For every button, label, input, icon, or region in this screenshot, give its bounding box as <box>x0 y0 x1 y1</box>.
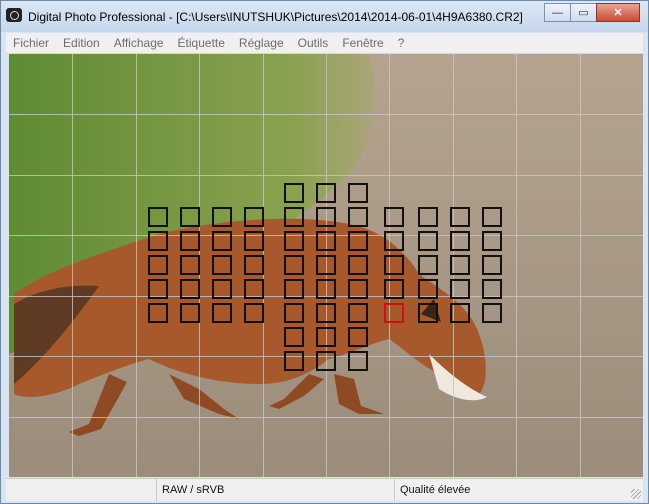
image-viewer[interactable] <box>9 54 643 477</box>
title-bar[interactable]: Digital Photo Professional - [C:\Users\I… <box>1 1 648 32</box>
menu-view[interactable]: Affichage <box>107 36 171 50</box>
menu-window[interactable]: Fenêtre <box>335 36 390 50</box>
menu-label[interactable]: Étiquette <box>171 36 232 50</box>
quality-status: Qualité élevée <box>394 479 640 501</box>
menu-file[interactable]: Fichier <box>6 36 56 50</box>
close-button[interactable]: ✕ <box>596 3 640 22</box>
window-title: Digital Photo Professional - [C:\Users\I… <box>28 10 523 24</box>
restore-button[interactable]: ▭ <box>570 3 597 22</box>
app-window: Digital Photo Professional - [C:\Users\I… <box>0 0 649 504</box>
menu-help[interactable]: ? <box>391 36 412 50</box>
menu-bar: Fichier Edition Affichage Étiquette Régl… <box>6 33 643 54</box>
menu-edit[interactable]: Edition <box>56 36 107 50</box>
menu-tools[interactable]: Outils <box>291 36 336 50</box>
window-controls: — ▭ ✕ <box>544 3 640 23</box>
status-bar: RAW / sRVB Qualité élevée <box>6 478 643 501</box>
color-info-status: RAW / sRVB <box>156 479 396 501</box>
minimize-button[interactable]: — <box>544 3 571 22</box>
camera-app-icon <box>6 8 22 22</box>
resize-grip[interactable] <box>631 489 641 499</box>
fox-photo <box>9 54 643 477</box>
menu-adjustment[interactable]: Réglage <box>232 36 291 50</box>
